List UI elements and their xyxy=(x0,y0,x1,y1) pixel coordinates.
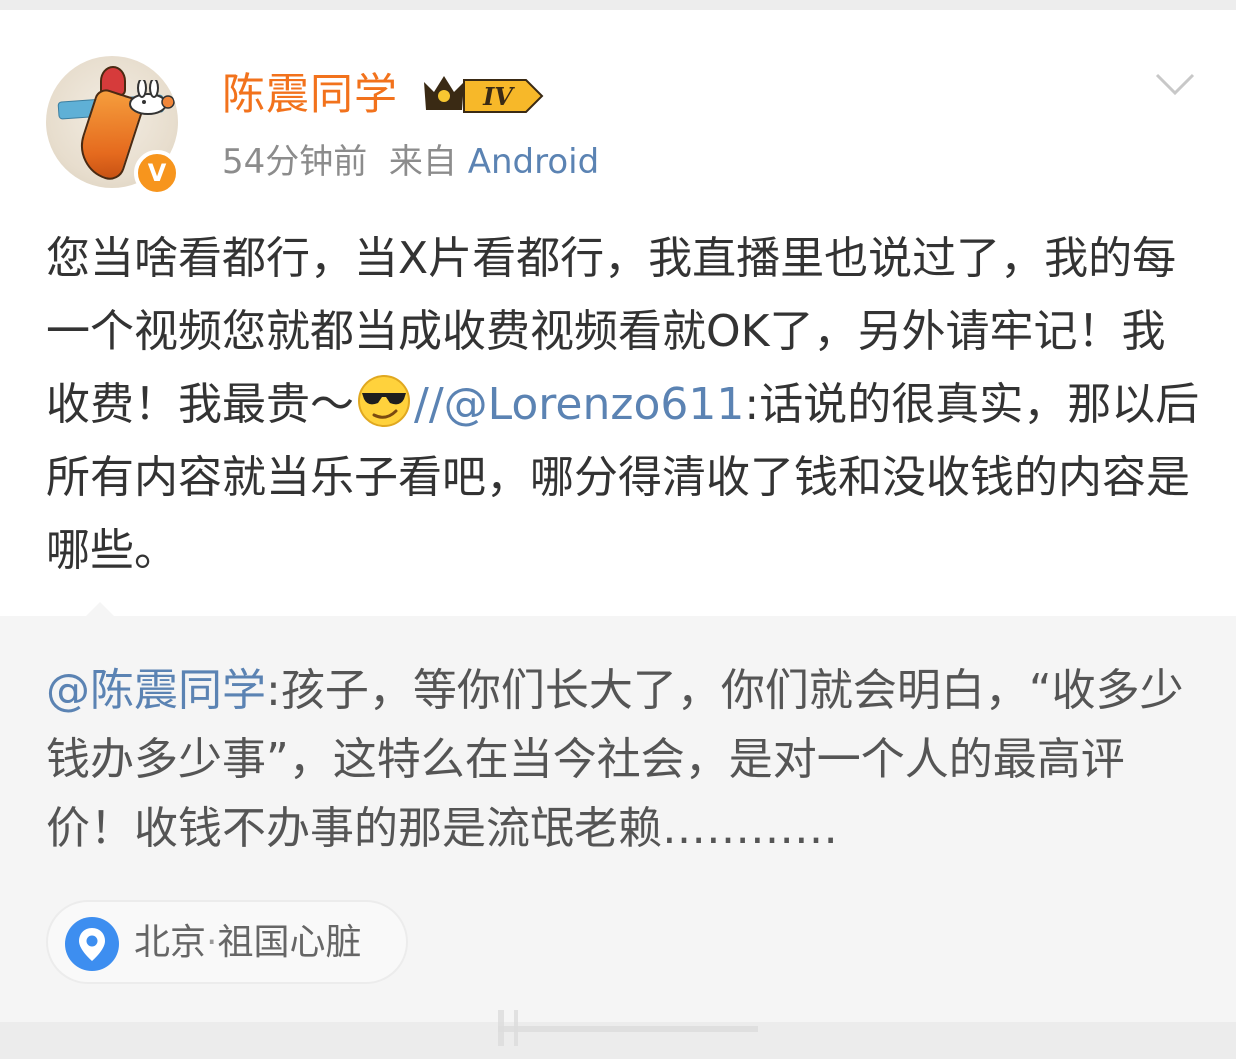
location-pin-icon xyxy=(65,917,119,971)
verified-v-icon: V xyxy=(134,150,180,196)
post-time: 54分钟前 xyxy=(222,142,368,182)
location-place: 祖国心脏 xyxy=(217,922,362,963)
location-tag[interactable]: 北京·祖国心脏 xyxy=(46,900,408,984)
chevron-down-icon[interactable] xyxy=(1154,70,1196,98)
username[interactable]: 陈震同学 xyxy=(222,70,398,120)
location-city: 北京 xyxy=(134,922,207,963)
crown-level-icon: IV xyxy=(424,76,544,113)
top-divider xyxy=(0,0,1236,10)
post-meta: 54分钟前 来自 Android xyxy=(222,142,599,182)
repost-caret xyxy=(76,602,124,626)
location-text: 北京·祖国心脏 xyxy=(134,920,361,966)
level-badge-text: IV xyxy=(482,82,515,111)
source-prefix: 来自 xyxy=(388,142,457,182)
repost-mention[interactable]: @陈震同学 xyxy=(46,665,266,716)
mention-link[interactable]: //@Lorenzo611 xyxy=(414,379,744,430)
repost-text[interactable]: @陈震同学:孩子，等你们长大了，你们就会明白，“收多少钱办多少事”，这特么在当今… xyxy=(46,656,1206,863)
watermark-icon xyxy=(498,1010,758,1046)
sunglasses-emoji xyxy=(358,375,410,427)
post-source[interactable]: Android xyxy=(468,142,599,182)
location-separator: · xyxy=(206,922,218,963)
avatar-bunny-icon xyxy=(129,80,175,115)
post-text: 您当啥看都行，当X片看都行，我直播里也说过了，我的每一个视频您就都当成收费视频看… xyxy=(46,222,1206,587)
